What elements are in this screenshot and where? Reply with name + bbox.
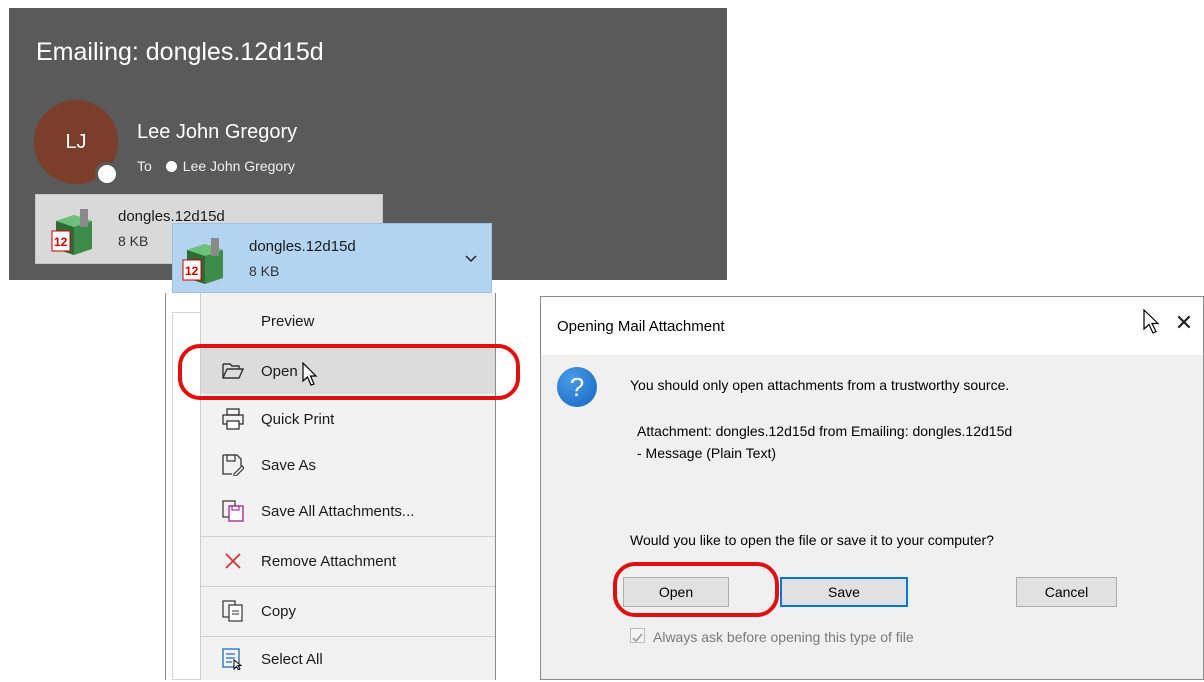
cancel-button[interactable]: Cancel	[1016, 577, 1117, 607]
save-all-icon	[221, 499, 245, 523]
menu-item-preview[interactable]: Preview	[201, 298, 495, 344]
save-button[interactable]: Save	[780, 577, 908, 607]
to-label: To	[137, 158, 152, 174]
menu-item-save-as[interactable]: Save As	[201, 442, 495, 488]
always-ask-label: Always ask before opening this type of f…	[653, 629, 914, 645]
question-icon: ?	[557, 367, 597, 407]
select-all-icon	[221, 647, 245, 671]
menu-item-label: Quick Print	[261, 410, 335, 428]
menu-item-quick-print[interactable]: Quick Print	[201, 396, 495, 442]
sender-name[interactable]: Lee John Gregory	[137, 121, 297, 144]
menu-item-select-all[interactable]: Select All	[201, 636, 495, 682]
avatar-initials: LJ	[65, 130, 87, 153]
opening-mail-attachment-dialog: Opening Mail Attachment ✕ ? You should o…	[540, 296, 1204, 680]
copy-icon	[221, 599, 245, 623]
highlight-ring	[613, 562, 779, 617]
mouse-cursor-icon	[1143, 309, 1160, 334]
remove-x-icon	[221, 549, 245, 573]
attachment-info-line2: - Message (Plain Text)	[637, 445, 777, 461]
attachment-size: 8 KB	[249, 263, 280, 279]
app-12-file-icon: 12	[182, 238, 223, 284]
presence-indicator	[95, 162, 119, 186]
menu-item-remove-attachment[interactable]: Remove Attachment	[201, 538, 495, 584]
printer-icon	[221, 407, 245, 431]
dialog-titlebar: Opening Mail Attachment ✕	[541, 297, 1203, 355]
attachment-selected[interactable]: 12 dongles.12d15d 8 KB	[172, 223, 492, 293]
chevron-down-icon[interactable]	[465, 252, 477, 264]
attachment-size: 8 KB	[118, 233, 149, 249]
svg-text:12: 12	[185, 264, 199, 278]
menu-item-label: Remove Attachment	[261, 552, 397, 570]
recipient-name[interactable]: Lee John Gregory	[183, 158, 295, 174]
menu-item-label: Save All Attachments...	[261, 502, 415, 520]
close-icon[interactable]: ✕	[1173, 313, 1195, 335]
menu-item-save-all-attachments[interactable]: Save All Attachments...	[201, 488, 495, 534]
dialog-warning-text: You should only open attachments from a …	[630, 377, 1010, 393]
message-subject: Emailing: dongles.12d15d	[36, 38, 324, 66]
app-12-file-icon: 12	[51, 209, 92, 255]
recipient-presence-icon	[165, 160, 177, 172]
attachment-name: dongles.12d15d	[249, 238, 356, 255]
dialog-question: Would you like to open the file or save …	[630, 532, 994, 548]
menu-separator	[201, 586, 495, 587]
menu-item-label: Save As	[261, 456, 317, 474]
always-ask-checkbox[interactable]	[630, 628, 645, 643]
menu-item-label: Preview	[261, 312, 315, 330]
attachment-info-line1: Attachment: dongles.12d15d from Emailing…	[637, 423, 1013, 439]
checkmark-icon	[632, 633, 643, 643]
highlight-ring	[178, 344, 520, 400]
menu-separator	[201, 536, 495, 537]
menu-item-label: Copy	[261, 602, 297, 620]
svg-text:12: 12	[54, 235, 68, 249]
menu-item-copy[interactable]: Copy	[201, 588, 495, 634]
save-as-icon	[221, 453, 245, 477]
menu-item-label: Select All	[261, 650, 323, 668]
dialog-title: Opening Mail Attachment	[557, 318, 725, 335]
recipient-line: To Lee John Gregory	[137, 158, 295, 174]
